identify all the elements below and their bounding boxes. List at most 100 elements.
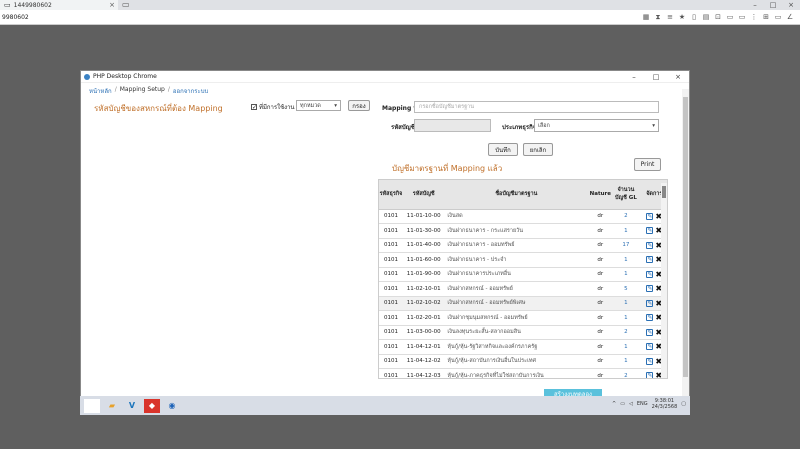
edit-icon[interactable]: ✎ — [646, 343, 654, 351]
cell-count[interactable]: 2 — [612, 325, 640, 340]
breadcrumb-mapping[interactable]: Mapping Setup — [120, 86, 165, 96]
edit-icon[interactable]: ✎ — [646, 357, 654, 365]
clock[interactable]: 9:38:01 24/3/2568 — [652, 398, 678, 410]
category-filter-select[interactable]: ทุกหมวด ▾ — [296, 100, 341, 111]
account-code-input[interactable] — [414, 119, 491, 132]
notification-icon[interactable]: ▢ — [681, 401, 686, 407]
more-icon[interactable]: ⋮ — [750, 13, 758, 22]
browser-toolbar: ▦ ⧗ ≡ ★ ▯ ▤ ⊡ ▭ ▭ ⋮ ⊞ ▭ ∠ — [642, 13, 794, 22]
type-label: ประเภทธุรกิจ — [502, 124, 537, 131]
active-checkbox-row[interactable]: ✓ ที่มีการใช้งาน — [251, 102, 295, 112]
cell-count[interactable]: 1 — [612, 267, 640, 282]
window-scroll-thumb[interactable] — [683, 97, 688, 377]
cell-count[interactable]: 1 — [612, 339, 640, 355]
address-bar: 9980602 ▦ ⧗ ≡ ★ ▯ ▤ ⊡ ▭ ▭ ⋮ ⊞ ▭ ∠ — [0, 10, 800, 25]
chat-icon[interactable]: ▭ — [726, 13, 734, 22]
table-row[interactable]: 0101 11-02-10-02 เงินฝากสหกรณ์ - ออมทรัพย์… — [379, 296, 667, 311]
maximize-icon[interactable]: □ — [764, 0, 782, 10]
table-row[interactable]: 0101 11-04-12-02 หุ้นกู้/หุ้น-สถาบันการเงิ… — [379, 354, 667, 369]
mapping-to-input[interactable]: กรอกชื่อบัญชีมาตรฐาน — [414, 101, 659, 113]
cell-code: 11-02-10-01 — [402, 281, 445, 297]
breadcrumb-home[interactable]: หน้าหลัก — [89, 86, 112, 96]
start-icon[interactable] — [84, 398, 100, 413]
cell-count[interactable]: 1 — [612, 310, 640, 326]
cell-count[interactable]: 5 — [612, 281, 640, 297]
lang-indicator[interactable]: ENG — [637, 401, 648, 407]
type-select[interactable]: เลือก ▾ — [534, 119, 659, 132]
minimize-icon[interactable]: – — [746, 0, 764, 10]
edit-icon[interactable]: ✎ — [646, 314, 654, 322]
edit-icon[interactable]: ✎ — [646, 299, 654, 307]
table-row[interactable]: 0101 11-01-10-00 เงินสด dr 2 ✎ ✖ — [379, 209, 667, 224]
cell-count[interactable]: 1 — [612, 252, 640, 268]
app-minimize-icon[interactable]: – — [623, 71, 645, 83]
cell-count[interactable]: 1 — [612, 354, 640, 369]
table-row[interactable]: 0101 11-01-30-00 เงินฝากธนาคาร - กระแสรายว… — [379, 223, 667, 239]
table-row[interactable]: 0101 11-01-40-00 เงินฝากธนาคาร - ออมทรัพย์… — [379, 238, 667, 253]
database-icon[interactable]: ≡ — [666, 13, 674, 22]
vscode-icon[interactable]: V — [124, 399, 140, 413]
chevron-up-icon[interactable]: ^ — [612, 401, 616, 407]
print-button[interactable]: Print — [634, 158, 661, 171]
table-row[interactable]: 0101 11-01-90-00 เงินฝากธนาคารประเภทอื่น dr… — [379, 267, 667, 282]
col-biz: รหัสธุรกิจ — [379, 180, 403, 210]
col-name: ชื่อบัญชีมาตรฐาน — [444, 180, 589, 210]
edit-icon[interactable]: ✎ — [646, 270, 654, 278]
table-row[interactable]: 0101 11-02-20-01 เงินฝากชุมนุมสหกรณ์ - ออม… — [379, 310, 667, 326]
hourglass-icon[interactable]: ⧗ — [654, 13, 662, 22]
app-close-icon[interactable]: × — [667, 71, 689, 83]
screen-icon[interactable]: ▭ — [738, 13, 746, 22]
chevron-down-icon: ▾ — [334, 102, 337, 109]
volume-icon[interactable]: ◁ — [629, 401, 633, 407]
edit-icon[interactable]: ✎ — [646, 372, 654, 378]
new-tab-icon[interactable]: ▭ — [122, 0, 130, 9]
address-text[interactable]: 9980602 — [2, 14, 29, 21]
cell-biz: 0101 — [379, 267, 403, 282]
table-row[interactable]: 0101 11-02-10-01 เงินฝากสหกรณ์ - ออมทรัพย์… — [379, 281, 667, 297]
save-button[interactable]: บันทึก — [488, 143, 518, 156]
cell-code: 11-01-60-00 — [402, 252, 445, 268]
edit-icon[interactable]: ✎ — [646, 212, 654, 220]
browser-tab[interactable]: ▭ 1449980602 × — [0, 0, 118, 10]
cell-code: 11-04-12-02 — [402, 354, 445, 369]
anydesk-icon[interactable]: ◆ — [144, 398, 160, 413]
pen-icon[interactable]: ∠ — [786, 13, 794, 22]
table-row[interactable]: 0101 11-04-12-01 หุ้นกู้/หุ้น-รัฐวิสาหกิจแ… — [379, 339, 667, 355]
table-row[interactable]: 0101 11-03-00-00 เงินลงทุนระยะสั้น-สลากออม… — [379, 325, 667, 340]
edit-icon[interactable]: ✎ — [646, 256, 654, 264]
cast-icon[interactable]: ▭ — [774, 13, 782, 22]
folder-icon[interactable]: ▰ — [104, 399, 120, 413]
cell-count[interactable]: 2 — [612, 209, 640, 224]
network-icon[interactable]: ▭ — [620, 401, 625, 407]
table-row[interactable]: 0101 11-04-12-03 หุ้นกู้/หุ้น-ภาคธุรกิจที่… — [379, 368, 667, 378]
filter-button[interactable]: กรอง — [348, 100, 370, 111]
star-icon[interactable]: ★ — [678, 13, 686, 22]
cancel-button[interactable]: ยกเลิก — [523, 143, 553, 156]
table-scroll-thumb[interactable] — [662, 186, 666, 198]
grid-icon[interactable]: ⊞ — [762, 13, 770, 22]
window-scrollbar[interactable] — [682, 89, 689, 414]
close-icon[interactable]: × — [782, 0, 800, 10]
table-header: รหัสธุรกิจ รหัสบัญชี ชื่อบัญชีมาตรฐาน Na… — [379, 180, 667, 210]
edit-icon[interactable]: ✎ — [646, 285, 654, 293]
cell-count[interactable]: 1 — [612, 296, 640, 311]
active-checkbox[interactable]: ✓ — [251, 104, 257, 111]
tab-close-icon[interactable]: × — [109, 1, 115, 9]
edit-icon[interactable]: ✎ — [646, 241, 654, 249]
system-tray: ^ ▭ ◁ ENG 9:38:01 24/3/2568 ▢ — [612, 398, 686, 410]
chevron-down-icon: ▾ — [652, 122, 655, 129]
cell-count[interactable]: 2 — [612, 368, 640, 378]
cell-count[interactable]: 17 — [612, 238, 640, 253]
book-icon[interactable]: ▤ — [702, 13, 710, 22]
breadcrumb-logout[interactable]: ออกจากระบบ — [173, 86, 208, 96]
translate-icon[interactable]: ⊡ — [714, 13, 722, 22]
app-maximize-icon[interactable]: □ — [645, 71, 667, 83]
table-scrollbar[interactable] — [661, 183, 667, 378]
edit-icon[interactable]: ✎ — [646, 328, 654, 336]
cell-count[interactable]: 1 — [612, 223, 640, 239]
edit-icon[interactable]: ✎ — [646, 227, 654, 235]
page-icon[interactable]: ▯ — [690, 13, 698, 22]
app-logo-icon[interactable]: ◉ — [164, 399, 180, 413]
table-row[interactable]: 0101 11-01-60-00 เงินฝากธนาคาร - ประจำ dr 1 ✎… — [379, 252, 667, 268]
qr-icon[interactable]: ▦ — [642, 13, 650, 22]
